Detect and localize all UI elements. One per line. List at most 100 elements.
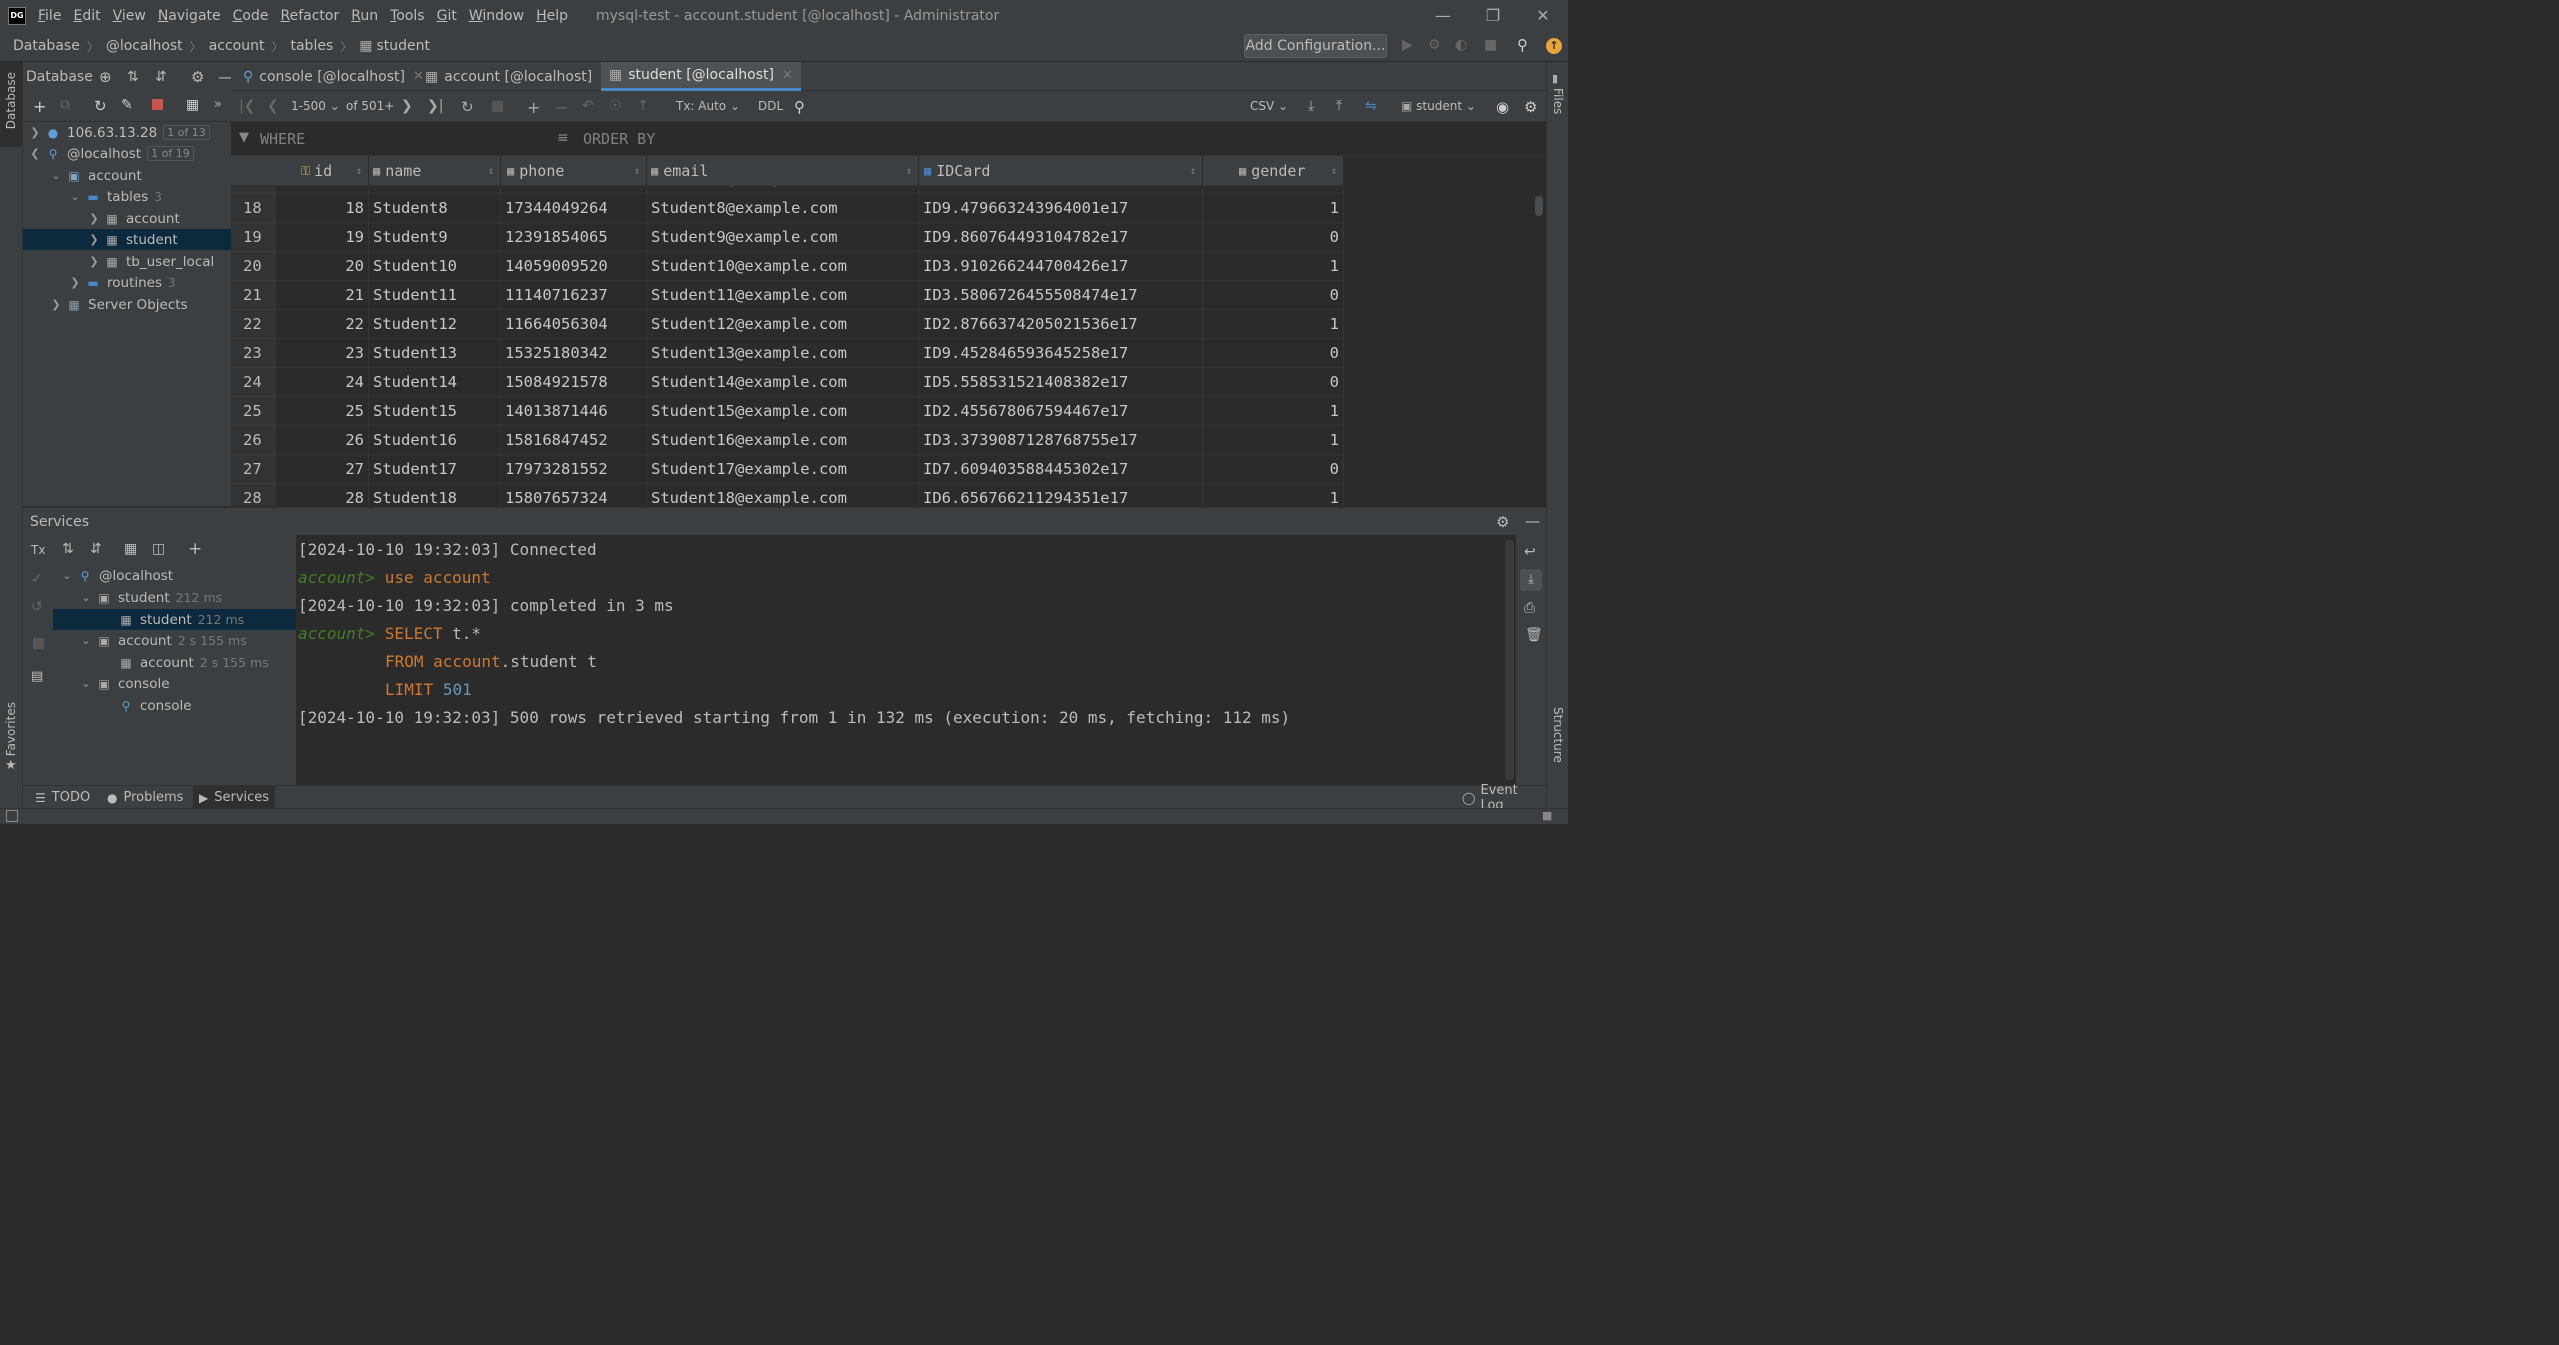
cell-email[interactable]: Student10@example.com [647, 252, 919, 281]
cell-idcard[interactable]: ID9.479663243964001e17 [919, 194, 1203, 223]
cell-email[interactable]: Student16@example.com [647, 426, 919, 455]
stop-icon[interactable] [33, 638, 44, 649]
breadcrumb-account[interactable]: account [209, 38, 265, 54]
tab-console[interactable]: ⚲ console [@localhost] ✕ [235, 62, 432, 91]
tab-student[interactable]: ▦ student [@localhost] ✕ [601, 62, 801, 91]
table-row[interactable]: 20 20 Student10 14059009520 Student10@exampl… [231, 252, 1344, 281]
chevron-right-icon[interactable]: ❯ [50, 298, 62, 311]
tab-problems[interactable]: ● Problems [101, 786, 189, 809]
refresh-icon[interactable]: ↻ [94, 97, 107, 115]
expand-all-icon[interactable]: ⇅ [127, 69, 139, 85]
search-icon[interactable]: ⚲ [1517, 36, 1528, 54]
tx-mode-dropdown[interactable]: Tx: Auto ⌄ [676, 99, 740, 113]
table-row[interactable]: 26 26 Student16 15816847452 Student16@exampl… [231, 426, 1344, 455]
chevron-right-icon[interactable]: ❯ [88, 255, 100, 268]
submit-icon[interactable]: ↑ [637, 98, 649, 114]
table-view-icon[interactable]: ▦ [186, 97, 199, 113]
menu-refactor[interactable]: Refactor [280, 8, 339, 24]
cell-id[interactable]: 24 [277, 368, 369, 397]
run-icon[interactable]: ▶ [1402, 37, 1413, 53]
collapse-all-icon[interactable]: ⇵ [155, 69, 167, 85]
row-number[interactable]: 18 [231, 194, 276, 223]
table-row[interactable]: 18 18 Student8 17344049264 Student8@example.… [231, 194, 1344, 223]
where-filter-input[interactable]: WHERE [260, 130, 305, 148]
target-session-dropdown[interactable]: ▣ student ⌄ [1401, 99, 1476, 113]
cell-idcard[interactable]: ID2.8766374205021536e17 [919, 310, 1203, 339]
cell-email[interactable]: Student8@example.com [647, 194, 919, 223]
cancel-query-icon[interactable] [492, 101, 503, 112]
close-tab-icon[interactable]: ✕ [782, 68, 793, 83]
cell-id[interactable]: 25 [277, 397, 369, 426]
view-icon[interactable]: ◉ [1496, 98, 1509, 116]
cell-id[interactable]: 19 [277, 223, 369, 252]
update-icon[interactable]: ↑ [1546, 38, 1562, 54]
tab-services[interactable]: ▶ Services [193, 786, 276, 809]
database-tool-tab[interactable]: Database [4, 72, 18, 129]
tree-node-table-student[interactable]: ❯ ▦ student [23, 229, 231, 250]
column-header-phone[interactable]: ▦ phone ⇕ [501, 156, 647, 186]
chevron-right-icon[interactable]: ❯ [69, 276, 81, 289]
revert-icon[interactable]: ↶ [582, 98, 594, 114]
cell-name[interactable]: Student13 [369, 339, 501, 368]
preview-changes-icon[interactable]: ☉ [609, 98, 622, 114]
restore-icon[interactable]: ❐ [1470, 0, 1516, 31]
service-node-console-session[interactable]: ⌄ ▣ console [53, 673, 296, 694]
column-header-name[interactable]: ▦ name ⇕ [369, 156, 501, 186]
copy-icon[interactable]: ⧉ [60, 97, 70, 113]
chevron-right-icon[interactable]: ❯ [29, 126, 41, 139]
row-number[interactable]: 26 [231, 426, 276, 455]
add-icon[interactable]: + [33, 97, 46, 116]
chevron-down-icon[interactable]: ⌄ [69, 190, 81, 203]
minimize-icon[interactable]: — [1420, 0, 1466, 31]
cell-gender[interactable]: 1 [1203, 252, 1344, 281]
trash-icon[interactable]: 🗑 [1525, 627, 1543, 643]
sort-icon[interactable]: ⇕ [1190, 166, 1196, 177]
favorites-tool-tab[interactable]: Favorites [4, 702, 18, 756]
cell-name[interactable]: Student18 [369, 484, 501, 506]
chevron-down-icon[interactable]: ⌄ [80, 677, 92, 690]
menu-help[interactable]: Help [536, 8, 568, 24]
tree-node-server-objects[interactable]: ❯ ▦ Server Objects [23, 294, 231, 315]
cell-email[interactable]: Student12@example.com [647, 310, 919, 339]
settings-gear-icon[interactable]: ⚙ [1496, 513, 1509, 531]
edit-schema-icon[interactable]: ✎ [121, 97, 133, 113]
console-output[interactable]: [2024-10-10 19:32:03] Connected account>… [296, 535, 1508, 785]
stop-icon[interactable]: ■ [1484, 37, 1497, 53]
cell-idcard[interactable]: ID9.860764493104782e17 [919, 223, 1203, 252]
cell-email[interactable]: Student17@example.com [647, 455, 919, 484]
cell-gender[interactable]: 1 [1203, 310, 1344, 339]
toggle-tool-windows-icon[interactable] [6, 810, 18, 822]
tree-node-routines[interactable]: ❯ ▬ routines 3 [23, 272, 231, 293]
menu-tools[interactable]: Tools [390, 8, 425, 24]
delete-row-icon[interactable]: − [555, 98, 568, 117]
chevron-down-icon[interactable]: ❮ [29, 147, 41, 160]
tree-node-table-account[interactable]: ❯ ▦ account [23, 208, 231, 229]
cell-email[interactable]: Student13@example.com [647, 339, 919, 368]
sort-icon[interactable]: ⇕ [906, 166, 912, 177]
menu-window[interactable]: Window [469, 8, 524, 24]
next-page-icon[interactable]: ❯ [401, 98, 413, 114]
cell-phone[interactable]: 15807657324 [501, 484, 647, 506]
cell-phone[interactable]: 11140716237 [501, 281, 647, 310]
add-service-icon[interactable]: + [188, 539, 202, 559]
files-tool-tab[interactable]: Files [1551, 88, 1565, 114]
cell-idcard[interactable]: ID7.609403588445302e17 [919, 455, 1203, 484]
soft-wrap-icon[interactable]: ↩ [1524, 544, 1536, 560]
tab-todo[interactable]: ☰ TODO [29, 786, 96, 809]
reload-icon[interactable]: ↻ [461, 98, 474, 116]
service-node-account-session[interactable]: ⌄ ▣ account 2 s 155 ms [53, 630, 296, 651]
grid-vertical-scrollbar[interactable] [1535, 196, 1543, 216]
rollback-icon[interactable]: ↺ [31, 599, 43, 615]
structure-tool-tab[interactable]: Structure [1551, 707, 1565, 763]
row-number[interactable]: 19 [231, 223, 276, 252]
sort-icon[interactable]: ⇕ [488, 166, 494, 177]
add-configuration-button[interactable]: Add Configuration... [1244, 34, 1387, 58]
tree-node-remote-host[interactable]: ❯ ● 106.63.13.28 1 of 13 [23, 122, 231, 143]
cell-phone[interactable]: 17344049264 [501, 194, 647, 223]
ddl-button[interactable]: DDL [758, 99, 783, 113]
service-node-student-session[interactable]: ⌄ ▣ student 212 ms [53, 587, 296, 608]
breadcrumb-tables[interactable]: tables [290, 38, 333, 54]
cell-gender[interactable]: 1 [1203, 484, 1344, 506]
layout-icon[interactable]: ▤ [31, 669, 43, 684]
cell-gender[interactable]: 0 [1203, 339, 1344, 368]
